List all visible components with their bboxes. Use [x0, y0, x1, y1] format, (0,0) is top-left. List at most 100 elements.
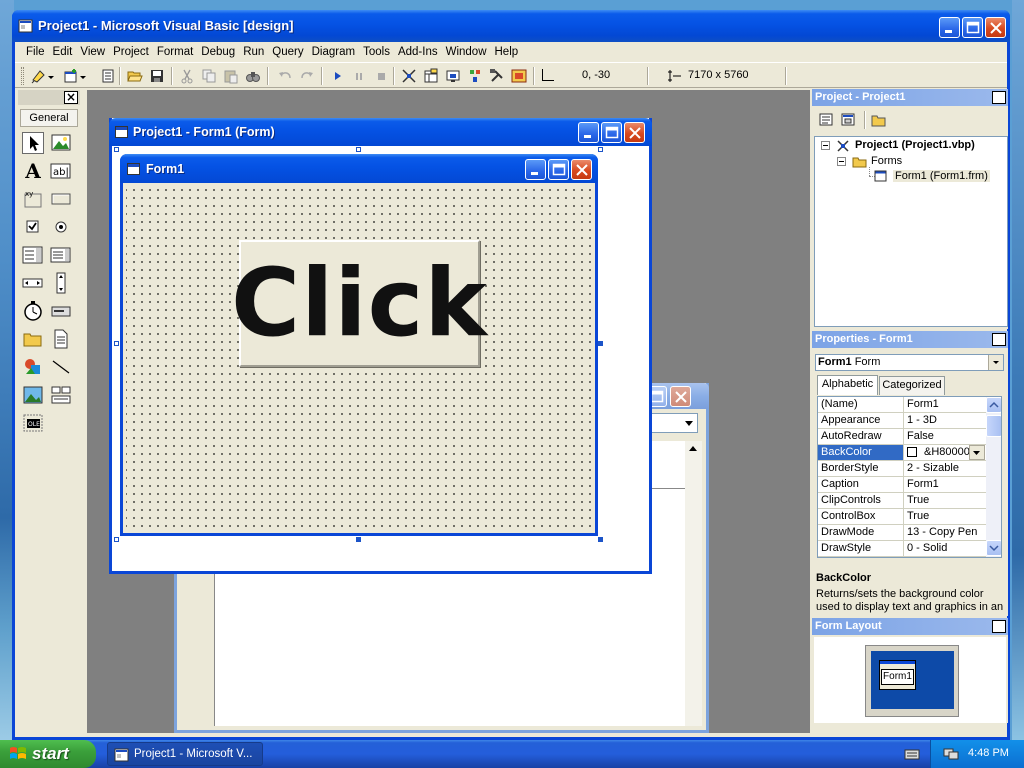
data-view-icon[interactable] [511, 68, 527, 84]
menu-help[interactable]: Help [491, 43, 523, 61]
designer-close-button[interactable] [624, 122, 645, 143]
form1-minimize-button[interactable] [525, 159, 546, 180]
toolbox-tab-general[interactable]: General [20, 109, 78, 127]
menu-query[interactable]: Query [268, 43, 307, 61]
view-code-icon[interactable] [818, 112, 836, 128]
scroll-up-button[interactable] [986, 397, 1001, 413]
properties-panel-title[interactable]: Properties - Form1 × [812, 331, 1008, 348]
run-icon[interactable] [329, 68, 345, 84]
properties-window-icon[interactable] [423, 68, 439, 84]
network-icon[interactable] [943, 747, 959, 761]
project-panel-title[interactable]: Project - Project1 × [812, 89, 1008, 106]
optionbutton-tool[interactable] [50, 216, 72, 238]
shape-tool[interactable] [22, 356, 44, 378]
save-icon[interactable] [149, 68, 165, 84]
form-layout-icon[interactable] [445, 68, 461, 84]
find-icon[interactable] [245, 68, 261, 84]
label-tool[interactable]: A [22, 160, 44, 182]
break-icon[interactable] [351, 68, 367, 84]
menu-run[interactable]: Run [239, 43, 268, 61]
redo-icon[interactable] [299, 68, 315, 84]
vscrollbar-tool[interactable] [50, 272, 72, 294]
dirlistbox-tool[interactable] [22, 328, 44, 350]
property-row[interactable]: Caption Form1 [818, 477, 986, 493]
toolbox-header[interactable]: × [18, 90, 80, 105]
tree-form1-item[interactable]: Form1 (Form1.frm) [893, 170, 990, 182]
resize-handle[interactable] [356, 147, 361, 152]
property-row[interactable]: ClipControls True [818, 493, 986, 509]
menu-project[interactable]: Project [109, 43, 153, 61]
form1-close-button[interactable] [571, 159, 592, 180]
scroll-down-button[interactable] [986, 540, 1001, 556]
resize-handle[interactable] [114, 537, 119, 542]
tree-forms-collapse-icon[interactable] [837, 157, 846, 169]
data-tool[interactable] [50, 384, 72, 406]
add-project-icon[interactable] [31, 68, 47, 84]
form-layout-title[interactable]: Form Layout × [812, 618, 1008, 635]
line-tool[interactable] [50, 356, 72, 378]
menu-edit[interactable]: Edit [49, 43, 77, 61]
listbox-tool[interactable] [50, 244, 72, 266]
tab-alphabetic[interactable]: Alphabetic [817, 375, 878, 395]
cut-icon[interactable] [179, 68, 195, 84]
property-row[interactable]: (Name) Form1 [818, 397, 986, 413]
toolbar-grip[interactable] [21, 67, 24, 85]
resize-handle[interactable] [598, 147, 603, 152]
property-row[interactable]: Appearance 1 - 3D [818, 413, 986, 429]
toggle-folders-icon[interactable] [870, 112, 888, 128]
ole-tool[interactable]: OLE [22, 412, 44, 434]
resize-handle[interactable] [114, 341, 119, 346]
undo-icon[interactable] [277, 68, 293, 84]
property-row[interactable]: DrawMode 13 - Copy Pen [818, 525, 986, 541]
property-row[interactable]: DrawStyle 0 - Solid [818, 541, 986, 557]
toolbox-close-icon[interactable]: × [64, 91, 78, 104]
form-layout-close-icon[interactable]: × [992, 620, 1006, 633]
code-close-button[interactable] [670, 386, 691, 407]
menu-window[interactable]: Window [442, 43, 491, 61]
menu-diagram[interactable]: Diagram [308, 43, 359, 61]
commandbutton-tool[interactable] [50, 188, 72, 210]
object-selector[interactable]: Form1 Form [815, 354, 1004, 371]
stop-icon[interactable] [373, 68, 389, 84]
property-grid-scrollbar[interactable] [986, 397, 1001, 557]
menu-debug[interactable]: Debug [197, 43, 239, 61]
toolbox-icon[interactable] [489, 68, 505, 84]
drivelistbox-tool[interactable] [50, 300, 72, 322]
hscrollbar-tool[interactable] [22, 272, 44, 294]
property-row[interactable]: BorderStyle 2 - Sizable [818, 461, 986, 477]
property-row[interactable]: ControlBox True [818, 509, 986, 525]
dropdown-arrow-icon[interactable] [79, 68, 87, 84]
resize-handle[interactable] [114, 147, 119, 152]
code-vertical-scrollbar[interactable] [685, 441, 702, 726]
add-form-icon[interactable] [63, 68, 79, 84]
frame-tool[interactable]: xy [22, 188, 44, 210]
menu-view[interactable]: View [76, 43, 109, 61]
image-tool[interactable] [22, 384, 44, 406]
pointer-tool[interactable] [22, 132, 44, 154]
form1-titlebar[interactable]: Form1 [120, 154, 598, 183]
menu-editor-icon[interactable] [100, 68, 116, 84]
main-titlebar[interactable]: Project1 - Microsoft Visual Basic [desig… [12, 10, 1010, 42]
start-button[interactable]: start [0, 740, 96, 768]
click-command-button[interactable]: Click [231, 240, 487, 367]
properties-panel-close-icon[interactable]: × [992, 333, 1006, 346]
copy-icon[interactable] [201, 68, 217, 84]
view-object-icon[interactable] [840, 112, 858, 128]
project-explorer-icon[interactable] [401, 68, 417, 84]
color-dropdown-button[interactable] [969, 445, 985, 460]
combobox-tool[interactable] [22, 244, 44, 266]
menu-file[interactable]: File [22, 43, 49, 61]
maximize-button[interactable] [962, 17, 983, 38]
checkbox-tool[interactable] [22, 216, 44, 238]
tab-categorized[interactable]: Categorized [879, 376, 945, 395]
resize-handle[interactable] [598, 341, 603, 346]
designer-titlebar[interactable]: Project1 - Form1 (Form) [109, 118, 652, 146]
tree-project-root[interactable]: Project1 (Project1.vbp) [855, 139, 975, 151]
designer-maximize-button[interactable] [601, 122, 622, 143]
menu-format[interactable]: Format [153, 43, 197, 61]
property-row-selected[interactable]: BackColor &H80000 [818, 445, 986, 461]
menu-tools[interactable]: Tools [359, 43, 394, 61]
open-folder-icon[interactable] [127, 68, 143, 84]
keyboard-icon[interactable] [904, 747, 920, 761]
resize-handle[interactable] [356, 537, 361, 542]
